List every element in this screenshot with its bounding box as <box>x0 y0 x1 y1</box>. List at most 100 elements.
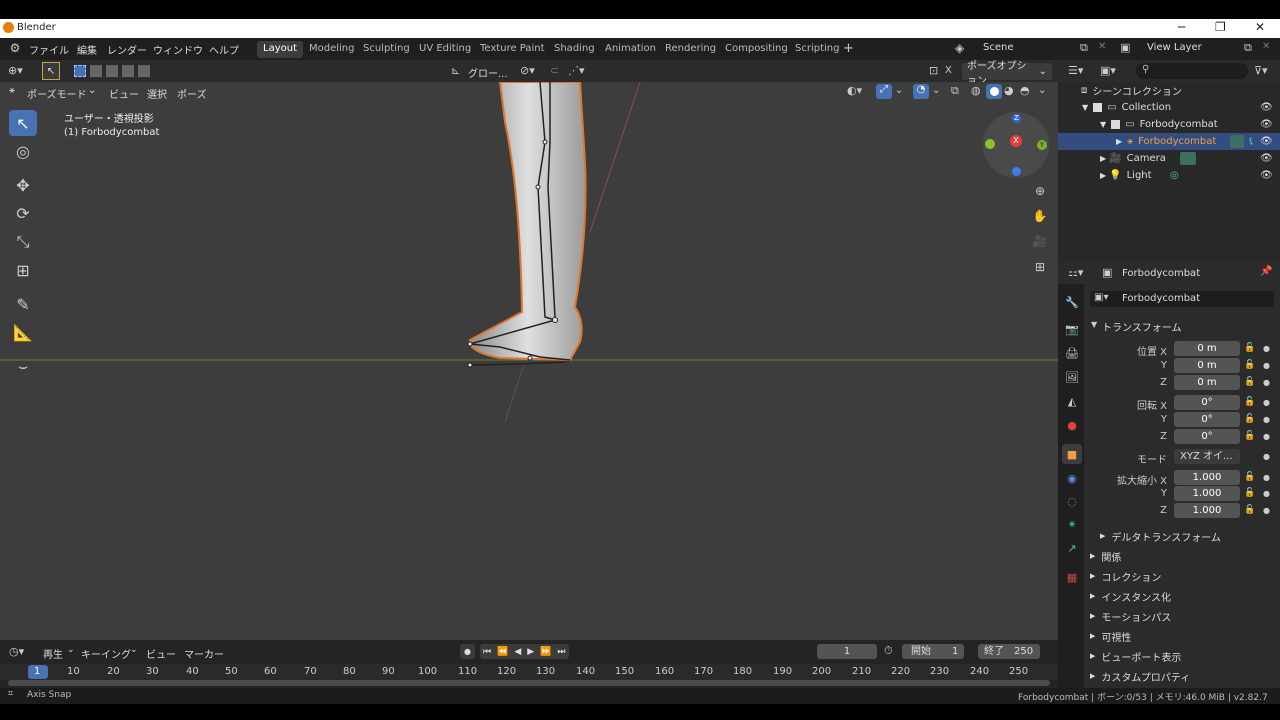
camera-data-icon[interactable] <box>1180 152 1196 165</box>
rotation-y-field[interactable]: 0° <box>1174 412 1240 427</box>
lock-icon[interactable]: 🔓 <box>1244 431 1255 441</box>
prev-keyframe-icon[interactable]: ⏪ <box>497 647 508 657</box>
gizmo-dropdown-icon[interactable]: ⌄ <box>895 85 903 96</box>
pan-hand-icon[interactable]: ✋ <box>1031 207 1049 225</box>
tree-item-collection[interactable]: ▼ ▭ Collection 👁 <box>1058 99 1280 116</box>
menu-help[interactable]: ヘルプ <box>209 42 239 57</box>
record-button[interactable]: ● <box>460 644 475 659</box>
menu-window[interactable]: ウィンドウ <box>153 42 203 57</box>
solid-shading-icon[interactable] <box>986 84 1002 99</box>
scale-x-field[interactable]: 1.000 <box>1174 470 1240 485</box>
gizmo-toggle-icon[interactable]: ⤢ <box>876 84 892 99</box>
menu-render[interactable]: レンダー <box>107 42 147 57</box>
tab-texture-paint[interactable]: Texture Paint <box>474 41 551 58</box>
play-icon[interactable]: ▶ <box>527 647 534 657</box>
menu-file[interactable]: ファイル <box>29 42 69 57</box>
pose-mode-icon[interactable]: ⚹ <box>9 85 15 96</box>
3d-viewport[interactable]: ユーザー・透視投影 (1) Forbodycombat ↖ ◎ ✥ ⟳ ⤡ ⊞ … <box>0 82 1058 640</box>
stopwatch-icon[interactable]: ⏱ <box>884 644 893 658</box>
viewport-menu-pose[interactable]: ポーズ <box>177 86 207 101</box>
scene-name[interactable]: Scene <box>983 42 1014 53</box>
visibility-icon[interactable]: ◐▾ <box>847 84 862 97</box>
panel-collections[interactable]: ▶ コレクション <box>1090 567 1276 585</box>
zoom-icon[interactable]: ⊕ <box>1031 182 1049 200</box>
rotation-mode-select[interactable]: XYZ オイ... <box>1174 449 1240 464</box>
select-box-intersect-icon[interactable] <box>138 65 150 77</box>
panel-viewport-display[interactable]: ▶ ビューポート表示 <box>1090 647 1276 665</box>
end-frame-field[interactable]: 終了 250 <box>978 644 1040 659</box>
pose-data-icon[interactable]: ⚸ <box>1248 137 1255 147</box>
filter-icon[interactable]: ⊽▾ <box>1254 64 1268 77</box>
scene-copy-icon[interactable]: ⧉ <box>1080 41 1088 55</box>
shading-dropdown-icon[interactable]: ⌄ <box>1038 85 1046 96</box>
select-mode-icon[interactable]: ↖ <box>42 62 60 80</box>
modifier-tab-icon[interactable]: ◉ <box>1062 468 1082 488</box>
object-data-tab-icon[interactable]: ⚹ <box>1062 514 1082 534</box>
tab-shading[interactable]: Shading <box>548 41 601 58</box>
lock-icon[interactable]: 🔓 <box>1244 414 1255 424</box>
xray-icon[interactable]: ⧉ <box>951 84 959 98</box>
keyframe-dot-icon[interactable]: ● <box>1263 432 1270 441</box>
lock-icon[interactable]: 🔓 <box>1244 397 1255 407</box>
mirror-x-label[interactable]: X <box>945 65 952 76</box>
select-box-set-icon[interactable] <box>74 65 86 77</box>
timeline-editor-icon[interactable]: ◷▾ <box>9 645 24 658</box>
view-layer-icon[interactable]: ▣ <box>1120 41 1130 54</box>
expand-arrow-icon[interactable]: ▶ <box>1116 137 1122 146</box>
pose-options-dropdown[interactable]: ポーズオプション ⌄ <box>962 61 1052 87</box>
scene-tab-icon[interactable]: ◭ <box>1062 391 1082 411</box>
keyframe-dot-icon[interactable]: ● <box>1263 378 1270 387</box>
panel-visibility[interactable]: ▶ 可視性 <box>1090 627 1276 645</box>
gizmo-z-icon[interactable]: Z <box>1012 114 1021 123</box>
tree-item-armature-collection[interactable]: ▼ ▭ Forbodycombat 👁 <box>1058 116 1280 133</box>
current-frame-field[interactable]: 1 <box>817 644 877 659</box>
lock-icon[interactable]: 🔓 <box>1244 377 1255 387</box>
keyframe-dot-icon[interactable]: ● <box>1263 361 1270 370</box>
outliner-editor-icon[interactable]: ☰▾ <box>1068 64 1083 77</box>
measure-tool-button[interactable]: 📐 <box>9 319 37 345</box>
tree-item-armature[interactable]: ▶ ⚹ Forbodycombat ⚸ 👁 <box>1058 133 1280 150</box>
keyframe-dot-icon[interactable]: ● <box>1263 489 1270 498</box>
bone-tab-icon[interactable]: ↗ <box>1062 538 1082 558</box>
tab-uv-editing[interactable]: UV Editing <box>413 41 477 58</box>
scale-z-field[interactable]: 1.000 <box>1174 503 1240 518</box>
overlay-dropdown-icon[interactable]: ⌄ <box>932 85 940 96</box>
restore-icon[interactable]: ❐ <box>1215 20 1226 34</box>
eye-icon[interactable]: 👁 <box>1260 170 1273 181</box>
location-y-field[interactable]: 0 m <box>1174 358 1240 373</box>
rotation-x-field[interactable]: 0° <box>1174 395 1240 410</box>
transform-orientation-select[interactable]: グロー... <box>468 65 508 80</box>
scale-tool-button[interactable]: ⤡ <box>9 229 37 255</box>
tab-rendering[interactable]: Rendering <box>659 41 722 58</box>
tab-compositing[interactable]: Compositing <box>719 41 794 58</box>
tree-item-camera[interactable]: ▶ 🎥 Camera 👁 <box>1058 150 1280 167</box>
select-box-subtract-icon[interactable] <box>106 65 118 77</box>
expand-arrow-icon[interactable]: ▼ <box>1082 103 1088 112</box>
outliner-search-input[interactable]: ⚲ <box>1136 63 1248 79</box>
panel-instancing[interactable]: ▶ インスタンス化 <box>1090 587 1276 605</box>
gizmo-neg-z-icon[interactable] <box>1012 167 1021 176</box>
snap-icon[interactable]: ⊂ <box>550 64 559 77</box>
output-tab-icon[interactable]: 🖨 <box>1062 343 1082 363</box>
panel-custom-properties[interactable]: ▶ カスタムプロパティ <box>1090 667 1276 685</box>
camera-view-icon[interactable]: 🎥 <box>1031 232 1049 250</box>
datablock-field[interactable]: ▣▾ Forbodycombat <box>1090 291 1274 307</box>
tab-layout[interactable]: Layout <box>257 41 303 58</box>
menu-edit[interactable]: 編集 <box>77 42 97 57</box>
ortho-toggle-icon[interactable]: ⊞ <box>1031 258 1049 276</box>
panel-relations[interactable]: ▶ 関係 <box>1090 547 1276 565</box>
texture-tab-icon[interactable]: ▦ <box>1062 567 1082 587</box>
eye-icon[interactable]: 👁 <box>1260 102 1273 113</box>
transform-orientation-icon[interactable]: ⊾ <box>451 64 460 77</box>
keyframe-dot-icon[interactable]: ● <box>1263 473 1270 482</box>
scene-remove-icon[interactable]: ✕ <box>1098 41 1106 52</box>
mode-select[interactable]: ポーズモード <box>27 86 87 101</box>
select-tool-button[interactable]: ↖ <box>9 110 37 136</box>
display-mode-icon[interactable]: ▣▾ <box>1100 64 1116 77</box>
view-layer-tab-icon[interactable]: 🖼 <box>1062 367 1082 387</box>
timeline-menu-playback[interactable]: 再生 <box>43 646 63 661</box>
expand-arrow-icon[interactable]: ▶ <box>1100 154 1106 163</box>
rotate-tool-button[interactable]: ⟳ <box>9 200 37 226</box>
physics-tab-icon[interactable]: ◌ <box>1062 491 1082 511</box>
jump-start-icon[interactable]: ⏮ <box>483 647 491 657</box>
